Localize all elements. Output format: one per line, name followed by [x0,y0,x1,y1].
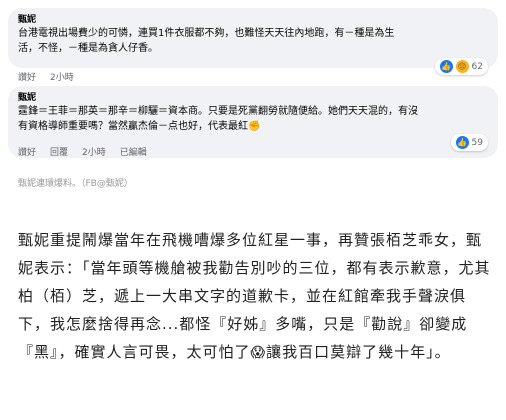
reaction-count: 62 [471,61,483,72]
screaming-face-icon: 😱 [250,345,267,361]
reaction-summary[interactable]: 👍 ☹ 62 [434,58,488,75]
comment-text-line: 有資格導師重要嗎？當然贏杰倫－点也好，代表最紅✊ [18,119,488,134]
sad-icon: ☹ [455,60,469,73]
comment-text-line: 台港電視出場費少的可憐，連買1件衣服都不夠，也難怪天天往內地跑，有－種是為生 [18,28,395,39]
like-icon: 👍 [439,60,453,73]
comment-author[interactable]: 甄妮 [18,14,488,26]
reaction-count: 59 [471,137,483,148]
flexed-biceps-icon: ✊ [248,121,261,132]
article-text: 甄妮重提鬧爆當年在飛機嘈爆多位紅星一事，再贊張栢芝乖女，甄妮表示：「當年頭等機艙… [18,231,491,361]
timestamp[interactable]: 2小時 [50,70,74,83]
like-icon: 👍 [455,136,469,149]
comment-text-line: 活，不怪，－種是為貪人仔香。 [18,43,158,54]
comment-author[interactable]: 甄妮 [18,92,488,104]
comment-actions: 讚好 2小時 [18,70,74,83]
comment-actions: 讚好 回覆 2小時 已編輯 [18,145,147,158]
like-link[interactable]: 讚好 [18,70,36,83]
edited-label[interactable]: 已編輯 [120,145,147,158]
reaction-summary[interactable]: 👍 59 [450,134,488,151]
article-paragraph: 甄妮重提鬧爆當年在飛機嘈爆多位紅星一事，再贊張栢芝乖女，甄妮表示：「當年頭等機艙… [18,226,494,367]
image-caption: 甄妮連環爆料。（FB@甄妮） [18,179,133,189]
article-text: 讓我百口莫辯了幾十年」。 [266,343,451,361]
comment-text-line: 霆鋒＝王菲＝那英＝那辛＝柳驪＝資本商。只要是死黨翻勞就隨便給。她們天天混的，有沒 [18,106,418,117]
comment-bubble: 甄妮 台港電視出場費少的可憐，連買1件衣服都不夠，也難怪天天往內地跑，有－種是為… [8,8,498,68]
comment-text: 有資格導師重要嗎？當然贏杰倫－点也好，代表最紅 [18,121,248,132]
timestamp[interactable]: 2小時 [82,145,106,158]
like-link[interactable]: 讚好 [18,145,36,158]
reply-link[interactable]: 回覆 [50,145,68,158]
